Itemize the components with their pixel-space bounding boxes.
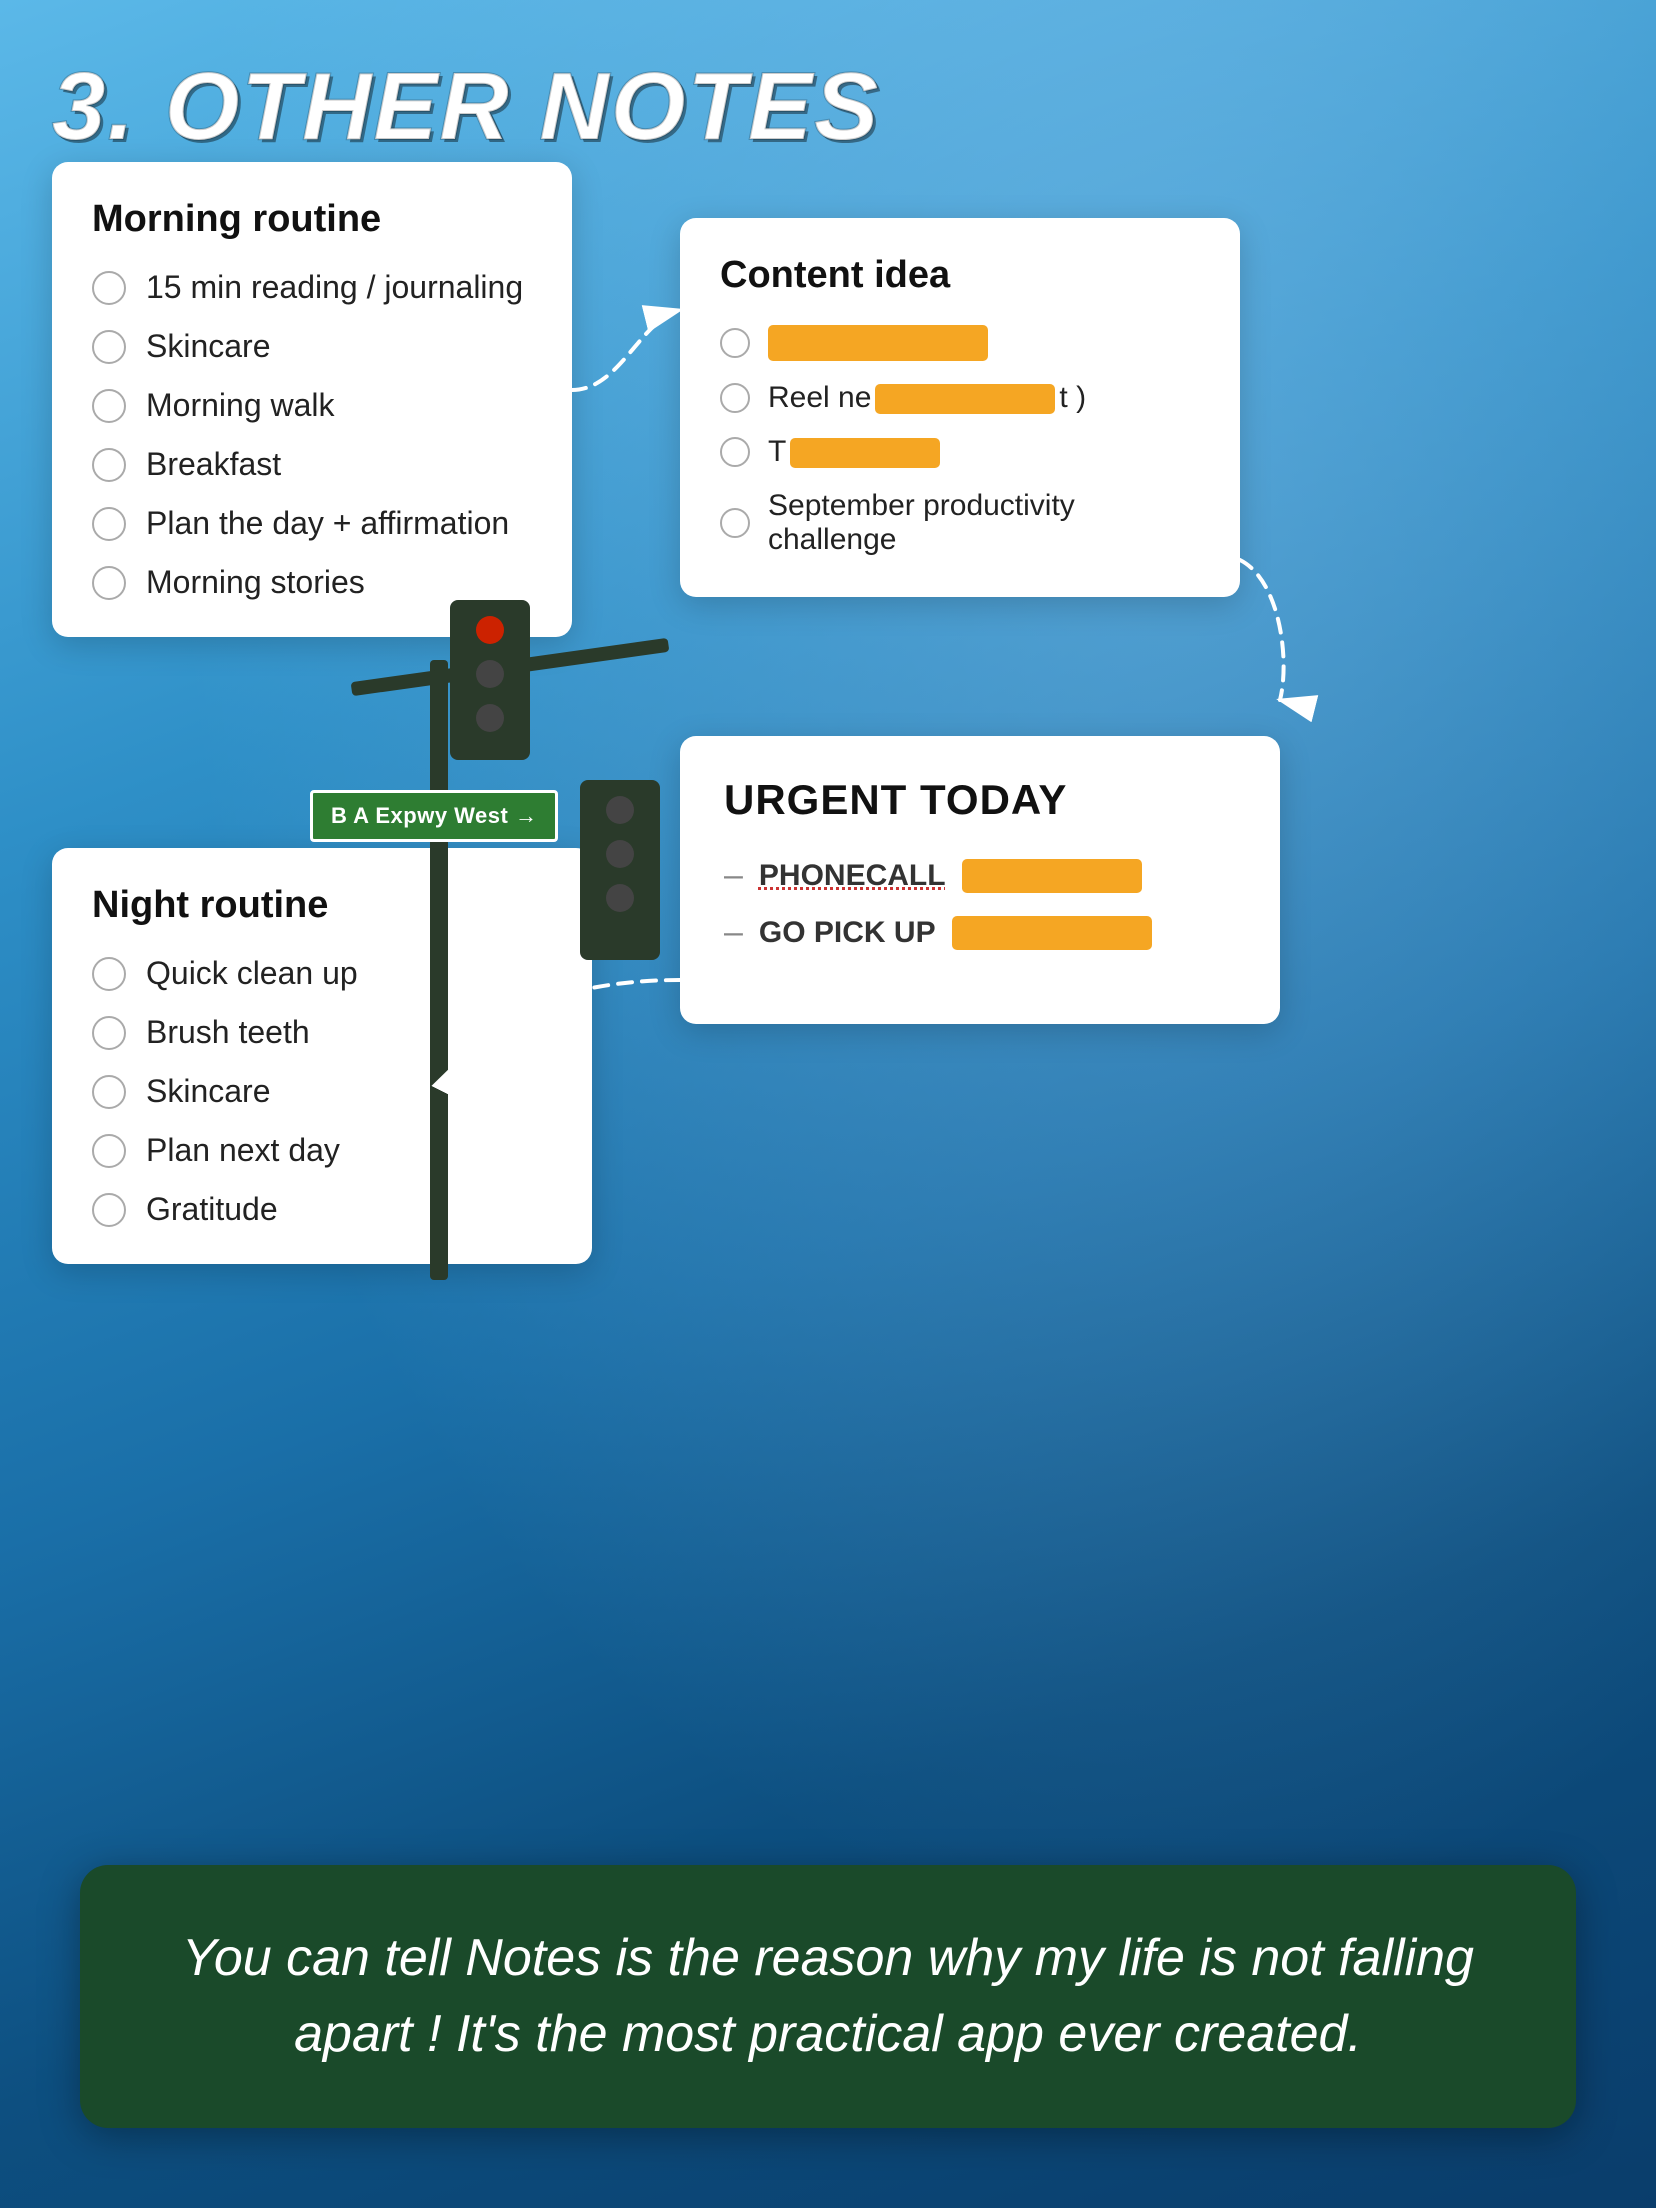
quote-text: You can tell Notes is the reason why my … [152,1921,1504,2072]
checkbox-content-2[interactable] [720,383,750,413]
item-label: T [768,435,944,469]
urgent-item-phonecall: – PHONECALL [724,856,1236,895]
redacted-text-1 [768,325,988,361]
checkbox-morning-stories[interactable] [92,566,126,600]
checkbox-plan-next-day[interactable] [92,1134,126,1168]
list-item: Quick clean up [92,955,552,992]
checkbox-gratitude[interactable] [92,1193,126,1227]
traffic-light-2-g [606,884,634,912]
checkbox-content-1[interactable] [720,328,750,358]
gopickup-label: GO PICK UP [759,916,936,950]
checkbox-content-4[interactable] [720,508,750,538]
list-item: – PHONECALL – GO PICK UP [724,856,1236,952]
urgent-today-title: URGENT TODAY [724,776,1236,824]
list-item [720,325,1200,361]
list-item: Skincare [92,1073,552,1110]
checkbox-reading[interactable] [92,271,126,305]
redacted-text-gopickup [952,916,1152,950]
item-label: Quick clean up [146,955,358,992]
horizontal-pole [351,638,670,696]
list-item: 15 min reading / journaling [92,269,532,306]
item-label: 15 min reading / journaling [146,269,523,306]
item-label: Gratitude [146,1191,278,1228]
traffic-light-2-y [606,840,634,868]
checkbox-skincare[interactable] [92,330,126,364]
quote-box: You can tell Notes is the reason why my … [80,1865,1576,2128]
list-item: Brush teeth [92,1014,552,1051]
checkbox-plan-day[interactable] [92,507,126,541]
morning-routine-card: Morning routine 15 min reading / journal… [52,162,572,637]
urgent-item-gopickup: – GO PICK UP [724,913,1236,952]
checkbox-breakfast[interactable] [92,448,126,482]
item-label: Skincare [146,328,271,365]
list-item: T [720,435,1200,469]
checkbox-morning-walk[interactable] [92,389,126,423]
dash-icon: – [724,913,743,952]
traffic-light-box-2 [580,780,660,960]
checkbox-quick-cleanup[interactable] [92,957,126,991]
list-item: Morning stories [92,564,532,601]
checkbox-brush-teeth[interactable] [92,1016,126,1050]
item-label: Morning stories [146,564,365,601]
item-label: Reel net ) [768,381,1086,415]
night-routine-card: Night routine Quick clean up Brush teeth… [52,848,592,1264]
morning-routine-title: Morning routine [92,198,532,241]
content-idea-card: Content idea Reel net ) T September prod… [680,218,1240,597]
redacted-text-3 [790,438,940,468]
redacted-text-2 [875,384,1055,414]
content-idea-title: Content idea [720,254,1200,297]
urgent-today-card: URGENT TODAY – PHONECALL – GO PICK UP [680,736,1280,1024]
dash-icon: – [724,856,743,895]
list-item: Plan next day [92,1132,552,1169]
item-label: Skincare [146,1073,271,1110]
item-label: Breakfast [146,446,281,483]
traffic-light-green [476,704,504,732]
item-label: Morning walk [146,387,335,424]
list-item: Reel net ) [720,381,1200,415]
list-item: Morning walk [92,387,532,424]
road-sign: B A Expwy West → [310,790,558,842]
checkbox-content-3[interactable] [720,437,750,467]
phonecall-label: PHONECALL [759,859,946,893]
traffic-light-2-r [606,796,634,824]
list-item: Skincare [92,328,532,365]
redacted-text-phonecall [962,859,1142,893]
item-label: Brush teeth [146,1014,310,1051]
item-label: Plan the day + affirmation [146,505,509,542]
list-item: Plan the day + affirmation [92,505,532,542]
list-item: Gratitude [92,1191,552,1228]
traffic-light-yellow [476,660,504,688]
list-item: September productivity challenge [720,489,1200,557]
item-label: Plan next day [146,1132,340,1169]
list-item: Breakfast [92,446,532,483]
checkbox-night-skincare[interactable] [92,1075,126,1109]
night-routine-title: Night routine [92,884,552,927]
page-title: 3. OTHER NOTES [52,52,880,162]
item-label: September productivity challenge [768,489,1200,557]
